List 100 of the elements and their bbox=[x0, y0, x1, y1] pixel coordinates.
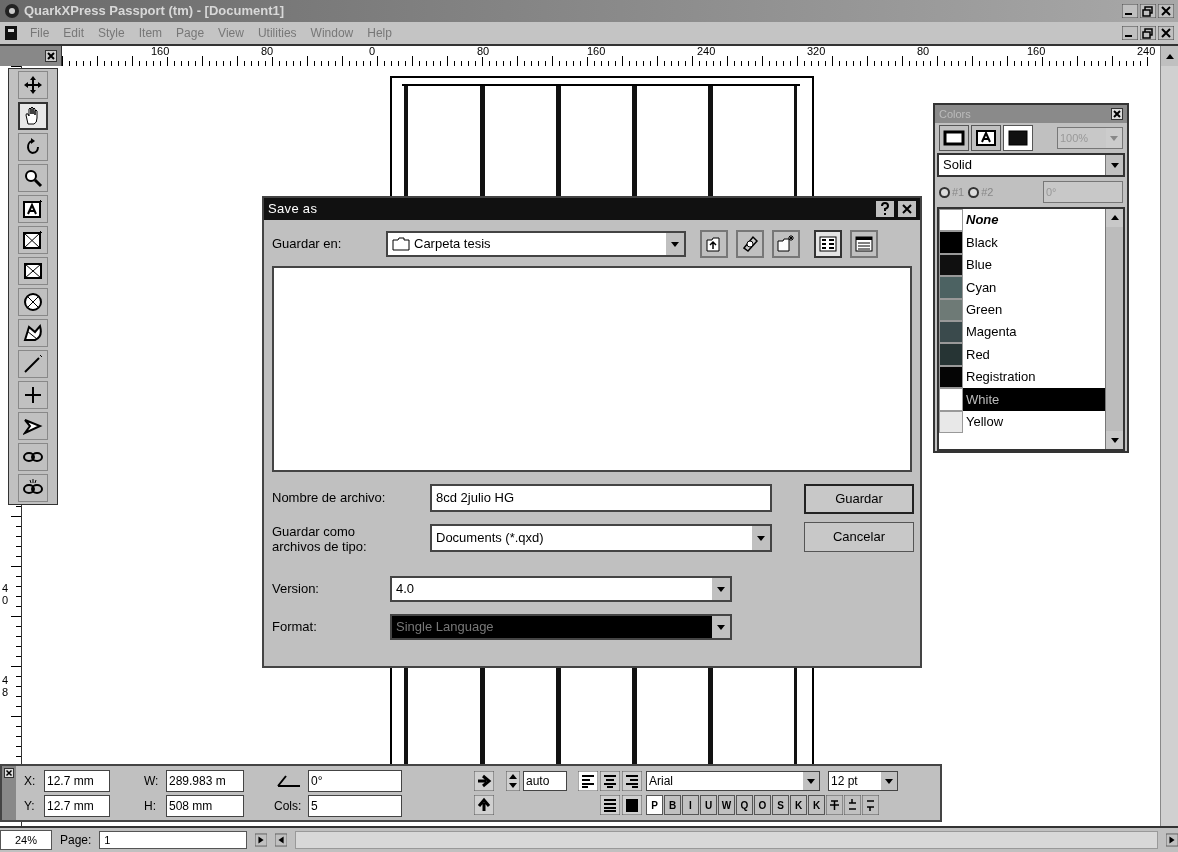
tool-button[interactable] bbox=[18, 226, 48, 254]
angle-field[interactable]: 0° bbox=[308, 769, 402, 792]
tool-button[interactable] bbox=[18, 412, 48, 440]
dropdown-icon[interactable] bbox=[255, 833, 268, 847]
document-icon bbox=[4, 25, 18, 41]
list-view-icon bbox=[818, 234, 838, 254]
tool-button[interactable] bbox=[18, 133, 48, 161]
tool-button[interactable] bbox=[18, 71, 48, 99]
align-left-icon[interactable] bbox=[578, 771, 598, 791]
file-type-dropdown[interactable]: Documents (*.qxd) bbox=[430, 524, 772, 552]
location-label: Guardar en: bbox=[272, 235, 343, 254]
justify-icon[interactable] bbox=[600, 795, 620, 815]
scrollbar-track[interactable] bbox=[295, 831, 1158, 849]
force-justify-icon[interactable] bbox=[622, 795, 642, 815]
dropdown-icon[interactable] bbox=[671, 241, 679, 247]
page-field[interactable]: 1 bbox=[99, 831, 248, 849]
tool-button[interactable] bbox=[18, 288, 48, 316]
location-dropdown[interactable]: Carpeta tesis bbox=[386, 231, 686, 257]
vertical-scrollbar[interactable] bbox=[1160, 66, 1178, 826]
tool-button[interactable] bbox=[18, 474, 48, 502]
dropdown-icon[interactable] bbox=[885, 778, 893, 784]
close-icon[interactable] bbox=[898, 201, 916, 217]
folder-icon bbox=[392, 237, 410, 251]
dialog-button[interactable]: Cancelar bbox=[804, 522, 914, 552]
close-icon[interactable] bbox=[45, 50, 57, 62]
font-dropdown[interactable]: Arial bbox=[646, 771, 820, 791]
style-button[interactable]: O bbox=[754, 795, 771, 815]
minimize-icon[interactable] bbox=[1122, 4, 1138, 18]
style-button[interactable]: S bbox=[772, 795, 789, 815]
palette-tab[interactable] bbox=[971, 125, 1001, 151]
zoom-field[interactable]: 24% bbox=[0, 830, 52, 850]
version-dropdown[interactable]: 4.0 bbox=[390, 576, 732, 602]
toolbar-button[interactable] bbox=[814, 230, 842, 258]
filename-field[interactable]: 8cd 2julio HG bbox=[430, 484, 772, 512]
toolbar-button[interactable] bbox=[736, 230, 764, 258]
crosshair-icon bbox=[23, 385, 43, 405]
tool-button[interactable] bbox=[18, 257, 48, 285]
palette-tab[interactable] bbox=[1003, 125, 1033, 151]
close-icon[interactable] bbox=[4, 768, 14, 778]
style-button[interactable]: Q bbox=[736, 795, 753, 815]
y-label: Y: bbox=[24, 797, 36, 815]
close-icon[interactable] bbox=[1158, 4, 1174, 18]
columns-label: Cols: bbox=[274, 797, 303, 815]
style-button[interactable]: B bbox=[664, 795, 681, 815]
restore-icon[interactable] bbox=[1140, 26, 1156, 40]
style-button[interactable]: P bbox=[646, 795, 663, 815]
style-button[interactable]: K bbox=[808, 795, 825, 815]
tool-button[interactable] bbox=[18, 195, 48, 223]
toolbar-button[interactable] bbox=[772, 230, 800, 258]
width-label: W: bbox=[144, 772, 160, 790]
arrow-up-icon[interactable] bbox=[474, 795, 494, 815]
dropdown-icon[interactable] bbox=[717, 586, 725, 592]
scroll-up-icon[interactable] bbox=[1164, 52, 1175, 60]
tool-button[interactable] bbox=[18, 350, 48, 378]
close-icon[interactable] bbox=[1111, 108, 1123, 120]
scroll-left-icon[interactable] bbox=[275, 833, 288, 847]
tool-button[interactable] bbox=[18, 443, 48, 471]
height-field[interactable]: 508 mm bbox=[166, 794, 244, 817]
palette-tab[interactable] bbox=[939, 125, 969, 151]
style-button[interactable]: K bbox=[790, 795, 807, 815]
ruler-label: 80 bbox=[260, 46, 275, 57]
superscript-icon[interactable] bbox=[844, 795, 861, 815]
y-field[interactable]: 12.7 mm bbox=[44, 794, 110, 817]
tool-button[interactable] bbox=[18, 102, 48, 130]
columns-field[interactable]: 5 bbox=[308, 794, 402, 817]
toolbar-button[interactable] bbox=[850, 230, 878, 258]
leading-stepper-icon[interactable] bbox=[506, 771, 520, 791]
version-label: Version: bbox=[272, 580, 320, 599]
dropdown-icon[interactable] bbox=[757, 535, 765, 541]
width-field[interactable]: 289.983 m bbox=[166, 769, 244, 792]
style-button[interactable]: U bbox=[700, 795, 717, 815]
ruler-label: 160 bbox=[1026, 46, 1047, 57]
frame-icon bbox=[943, 128, 965, 148]
color-item[interactable]: White bbox=[963, 388, 1105, 411]
x-field[interactable]: 12.7 mm bbox=[44, 769, 110, 792]
style-button[interactable]: I bbox=[682, 795, 699, 815]
subscript-icon[interactable] bbox=[862, 795, 879, 815]
dropdown-icon[interactable] bbox=[807, 778, 815, 784]
align-right-icon[interactable] bbox=[622, 771, 642, 791]
search-icon bbox=[23, 168, 43, 188]
scroll-right-icon[interactable] bbox=[1165, 833, 1178, 847]
close-icon[interactable] bbox=[1158, 26, 1174, 40]
toolbar-button[interactable] bbox=[700, 230, 728, 258]
new-folder-icon bbox=[776, 234, 796, 254]
strikethrough-icon[interactable] bbox=[826, 795, 843, 815]
style-button[interactable]: W bbox=[718, 795, 735, 815]
leading-field[interactable]: auto bbox=[523, 771, 567, 791]
tool-button[interactable] bbox=[18, 164, 48, 192]
restore-icon[interactable] bbox=[1140, 4, 1156, 18]
align-center-icon[interactable] bbox=[600, 771, 620, 791]
scroll-down-icon[interactable] bbox=[1106, 431, 1123, 449]
arrow-right-icon[interactable] bbox=[474, 771, 494, 791]
file-list[interactable] bbox=[272, 266, 912, 472]
scroll-up-icon[interactable] bbox=[1106, 209, 1123, 227]
minimize-icon[interactable] bbox=[1122, 26, 1138, 40]
tool-button[interactable] bbox=[18, 319, 48, 347]
dialog-button[interactable]: Guardar bbox=[804, 484, 914, 514]
tool-button[interactable] bbox=[18, 381, 48, 409]
help-icon[interactable] bbox=[876, 201, 894, 217]
size-dropdown[interactable]: 12 pt bbox=[828, 771, 898, 791]
